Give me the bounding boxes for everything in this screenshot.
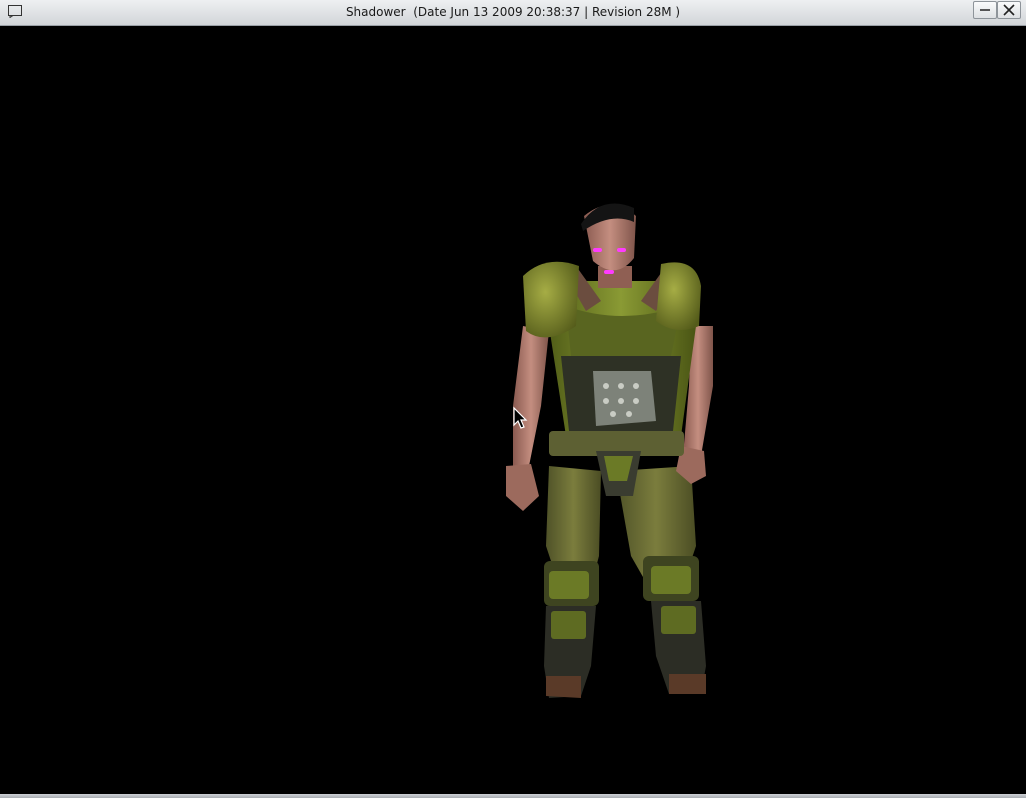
minimize-icon	[980, 9, 990, 11]
title-bar[interactable]: Shadower (Date Jun 13 2009 20:38:37 | Re…	[0, 0, 1026, 26]
app-window: Shadower (Date Jun 13 2009 20:38:37 | Re…	[0, 0, 1026, 798]
window-bottom-border	[0, 794, 1026, 798]
window-title: Shadower (Date Jun 13 2009 20:38:37 | Re…	[345, 5, 681, 19]
rendered-scene	[506, 203, 713, 698]
close-icon	[1003, 4, 1015, 16]
character-model	[506, 203, 713, 698]
close-button[interactable]	[997, 1, 1021, 19]
render-viewport[interactable]	[1, 26, 1025, 794]
minimize-button[interactable]	[973, 1, 997, 19]
